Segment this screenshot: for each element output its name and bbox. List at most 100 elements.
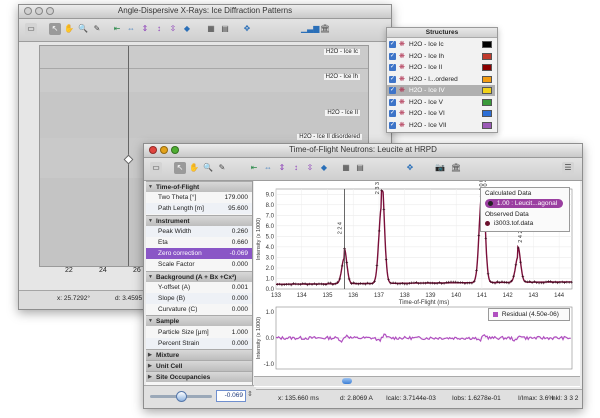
building-icon[interactable]: 🏛	[450, 162, 462, 174]
pencil-icon[interactable]: ✎	[91, 23, 103, 35]
xtick-label: 144	[554, 293, 565, 299]
parameter-row[interactable]: Path Length [m] 95.600	[146, 203, 252, 215]
structure-item[interactable]: ✓ ❋ H2O - Ice V	[387, 97, 495, 108]
xray-titlebar[interactable]: Angle-Dispersive X-Rays: Ice Diffraction…	[19, 5, 391, 19]
parameter-value[interactable]: 0.000	[232, 259, 248, 270]
structure-item[interactable]: ✓ ❋ H2O - I...ordered	[387, 74, 495, 85]
grid-icon[interactable]: ▦	[340, 162, 352, 174]
structure-item[interactable]: ✓ ❋ H2O - Ice Ih	[387, 51, 495, 62]
structure-item[interactable]: ✓ ❋ H2O - Ice VI	[387, 108, 495, 119]
hand-icon[interactable]: ✋	[63, 23, 75, 35]
panel-section-header[interactable]: ▼ Sample	[146, 315, 252, 327]
parameter-value[interactable]: 0.260	[232, 226, 248, 237]
diamond-icon[interactable]: ◆	[181, 23, 193, 35]
color-swatch[interactable]	[482, 64, 492, 71]
checkbox-icon[interactable]: ✓	[389, 64, 396, 71]
color-swatch[interactable]	[482, 98, 492, 106]
parameter-row[interactable]: Zero correction -0.069	[146, 248, 252, 260]
expand-vertical-icon[interactable]: ↕	[290, 162, 302, 174]
data-legend: Calculated Data 1.00 : Leucit...agonal O…	[480, 187, 570, 232]
parameter-value[interactable]: 95.600	[228, 203, 248, 214]
compress-vertical-icon[interactable]: ⇕	[139, 23, 151, 35]
panel-section-header[interactable]: ▶ Mixture	[146, 349, 252, 360]
diamond-icon[interactable]: ◆	[318, 162, 330, 174]
legend-calc-item[interactable]: 1.00 : Leucit...agonal	[485, 199, 563, 208]
building-icon[interactable]: 🏛	[319, 23, 331, 35]
parameter-row[interactable]: Curvature (C) 0.000	[146, 304, 252, 315]
panel-section-header[interactable]: ▼ Instrument	[146, 214, 252, 226]
parameter-value[interactable]: 0.660	[232, 237, 248, 248]
parameter-value[interactable]: 0.001	[232, 282, 248, 293]
document-icon[interactable]: ▤	[219, 23, 231, 35]
structure-item[interactable]: ✓ ❋ H2O - Ice Ic	[387, 39, 495, 50]
move-left-icon[interactable]: ⇤	[248, 162, 260, 174]
color-swatch[interactable]	[482, 110, 492, 117]
navigate-icon[interactable]: ✥	[404, 162, 416, 174]
slider-stepper-icon[interactable]: ⇕	[247, 390, 253, 398]
compress-vertical-icon[interactable]: ⇕	[276, 162, 288, 174]
pencil-icon[interactable]: ✎	[216, 162, 228, 174]
magnify-icon[interactable]: 🔍	[202, 162, 214, 174]
expand-vertical-icon[interactable]: ↕	[153, 23, 165, 35]
fit-vertical-icon[interactable]: ⇳	[304, 162, 316, 174]
color-swatch[interactable]	[482, 75, 492, 83]
parameter-value[interactable]: 0.000	[232, 304, 248, 315]
parameter-value[interactable]: 0.000	[232, 338, 248, 349]
hand-icon[interactable]: ✋	[188, 162, 200, 174]
expand-horizontal-icon[interactable]: ⇔	[125, 23, 137, 35]
slider-knob[interactable]	[176, 391, 187, 402]
horizontal-scrollbar[interactable]	[254, 376, 580, 386]
color-swatch[interactable]	[482, 41, 492, 48]
fit-vertical-icon[interactable]: ⇳	[167, 23, 179, 35]
checkbox-icon[interactable]: ✓	[389, 121, 396, 129]
select-arrow-icon[interactable]: ↖	[49, 23, 61, 35]
checkbox-icon[interactable]: ✓	[389, 52, 396, 60]
checkbox-icon[interactable]: ✓	[389, 41, 396, 48]
parameter-row[interactable]: Slope (B) 0.000	[146, 293, 252, 304]
slider-value-field[interactable]: -0.069	[216, 390, 246, 402]
camera-icon[interactable]: 📷	[434, 162, 446, 174]
panel-section-header[interactable]: ▶ Unit Cell	[146, 360, 252, 372]
parameter-value[interactable]: 1.000	[232, 327, 248, 338]
parameter-value[interactable]: 179.000	[225, 192, 249, 203]
sidebar-toggle-icon[interactable]: ▭	[150, 162, 162, 174]
select-arrow-icon[interactable]: ↖	[174, 162, 186, 174]
magnify-icon[interactable]: 🔍	[77, 23, 89, 35]
document-icon[interactable]: ▤	[354, 162, 366, 174]
disclosure-triangle-icon[interactable]: ▶	[148, 372, 152, 383]
color-swatch[interactable]	[482, 87, 492, 94]
parameter-row[interactable]: Scale Factor 0.000	[146, 259, 252, 270]
structure-item[interactable]: ✓ ❋ H2O - Ice IV	[387, 85, 495, 96]
parameter-row[interactable]: Particle Size [μm] 1.000	[146, 327, 252, 338]
checkbox-icon[interactable]: ✓	[389, 87, 396, 94]
expand-horizontal-icon[interactable]: ⇔	[262, 162, 274, 174]
grid-icon[interactable]: ▦	[205, 23, 217, 35]
checkbox-icon[interactable]: ✓	[389, 75, 396, 83]
color-swatch[interactable]	[482, 121, 492, 129]
parameter-row[interactable]: Percent Strain 0.000	[146, 337, 252, 349]
checkbox-icon[interactable]: ✓	[389, 98, 396, 106]
structure-item[interactable]: ✓ ❋ H2O - Ice II	[387, 62, 495, 73]
panel-section-header[interactable]: ▼ Time-of-Flight	[146, 181, 252, 192]
status-hkl: hkl: 3 3 2	[552, 395, 579, 402]
color-swatch[interactable]	[482, 52, 492, 60]
parameter-row[interactable]: Eta 0.660	[146, 237, 252, 248]
parameter-row[interactable]: Peak Width 0.260	[146, 225, 252, 237]
list-view-icon[interactable]: ☰	[562, 162, 574, 174]
parameter-value[interactable]: 0.000	[232, 293, 248, 304]
panel-section-header[interactable]: ▶ Site Occupancies	[146, 371, 252, 383]
peaks-icon[interactable]: ▁▃▆	[301, 23, 319, 35]
navigate-icon[interactable]: ✥	[241, 23, 253, 35]
structure-item[interactable]: ✓ ❋ H2O - Ice VII	[387, 120, 495, 131]
parameter-row[interactable]: Y-offset (A) 0.001	[146, 282, 252, 293]
move-left-icon[interactable]: ⇤	[111, 23, 123, 35]
checkbox-icon[interactable]: ✓	[389, 110, 396, 117]
scrollbar-thumb[interactable]	[342, 378, 352, 384]
tof-titlebar[interactable]: Time-of-Flight Neutrons: Leucite at HRPD	[144, 144, 582, 158]
panel-section-header[interactable]: ▼ Background (A + Bx +Cx²)	[146, 270, 252, 282]
trace-label: H2O - Ice II	[325, 110, 360, 116]
parameter-value[interactable]: -0.069	[230, 248, 248, 259]
sidebar-toggle-icon[interactable]: ▭	[25, 23, 37, 35]
legend-obs-item[interactable]: i3003.tof.data	[485, 220, 533, 227]
parameter-row[interactable]: Two Theta [°] 179.000	[146, 192, 252, 203]
